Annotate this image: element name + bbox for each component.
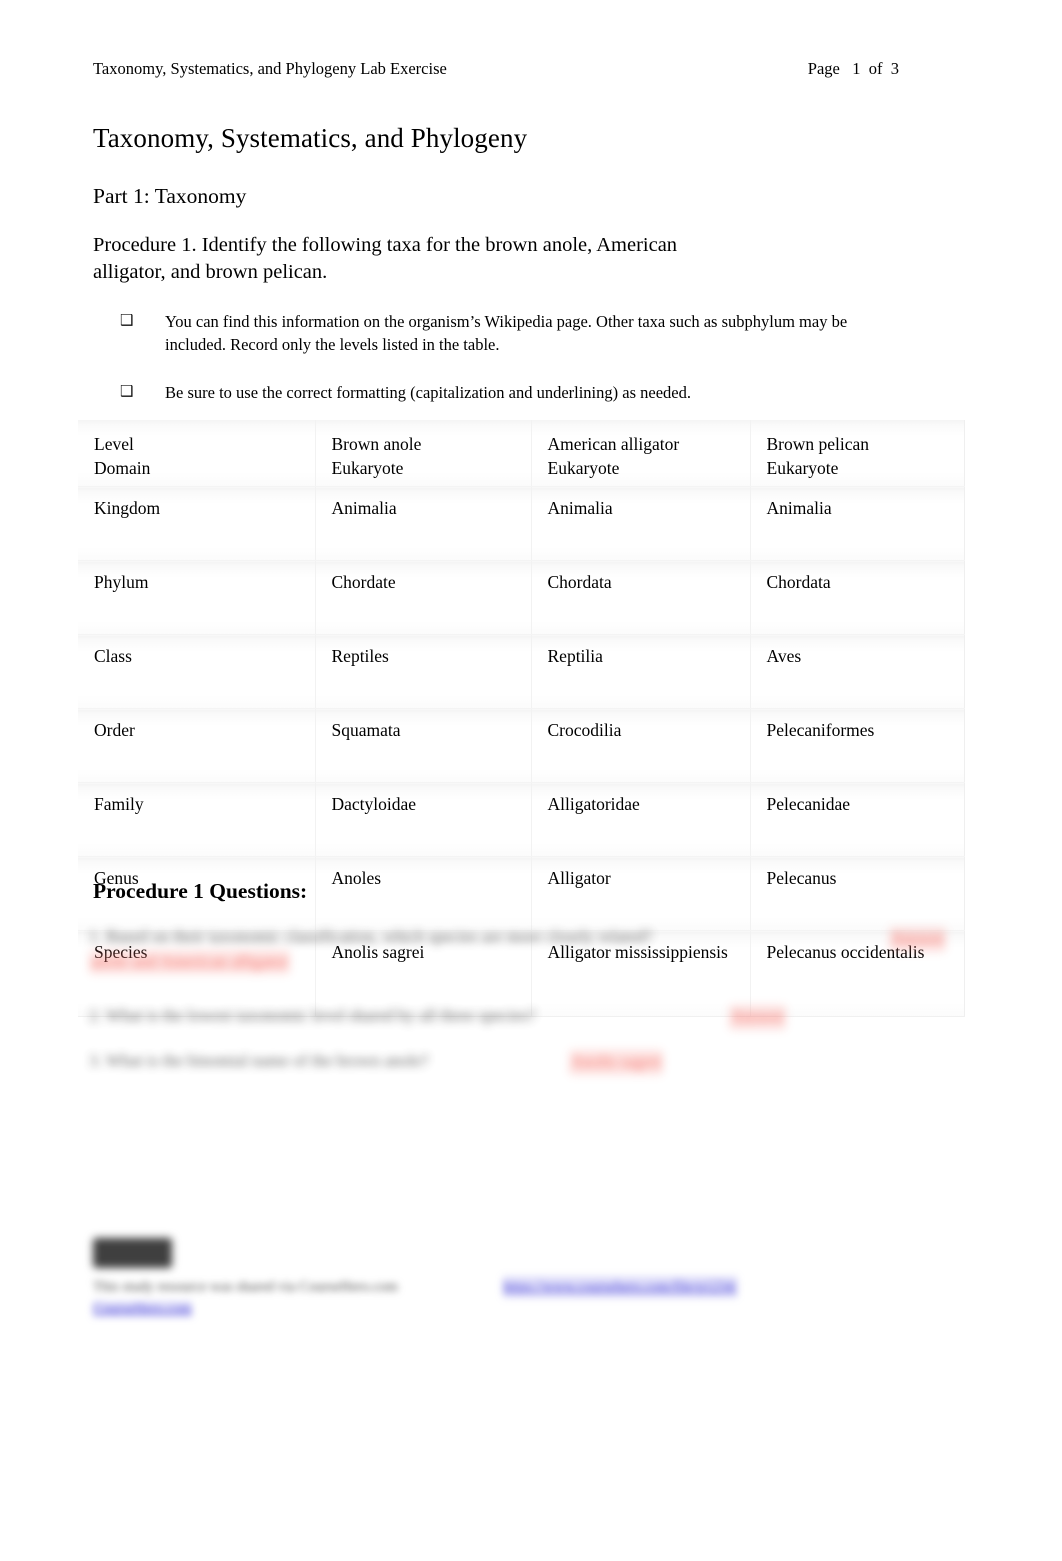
table-cell-level-header[interactable]: Level Domain bbox=[78, 420, 316, 488]
part-heading: Part 1: Taxonomy bbox=[93, 184, 247, 208]
running-header: Taxonomy, Systematics, and Phylogeny Lab… bbox=[93, 59, 969, 79]
procedure-instruction: Procedure 1. Identify the following taxa… bbox=[93, 234, 678, 284]
footer-link-right[interactable]: https://www.coursehero.com/file/p1234/ bbox=[503, 1275, 738, 1299]
column-header-brown-anole: Brown anole bbox=[331, 434, 422, 454]
question-prompt: 3. What is the binomial name of the brow… bbox=[89, 1050, 429, 1070]
table-cell-brown-anole[interactable]: Dactyloidae bbox=[315, 782, 532, 858]
questions-list: 1. Based on their taxonomic classificati… bbox=[89, 925, 969, 1075]
table-cell-brown-pelican[interactable]: Chordata bbox=[750, 560, 965, 636]
column-header-brown-pelican: Brown pelican bbox=[766, 434, 870, 454]
table-cell-american-alligator[interactable]: Chordata bbox=[531, 560, 751, 636]
cell-domain-brown-pelican: Eukaryote bbox=[766, 458, 839, 479]
list-item-text: Be sure to use the correct formatting (c… bbox=[165, 382, 691, 402]
cell-domain-american-alligator: Eukaryote bbox=[547, 458, 620, 479]
table-cell-american-alligator-header[interactable]: American alligator Eukaryote bbox=[531, 420, 751, 488]
instruction-bullet-list: ❑ You can find this information on the o… bbox=[120, 310, 860, 428]
table-cell-brown-anole[interactable]: Animalia bbox=[315, 486, 532, 562]
question-answer: anole and American alligator bbox=[89, 949, 290, 975]
cell-domain-brown-anole: Eukaryote bbox=[331, 458, 404, 479]
running-header-title: Taxonomy, Systematics, and Phylogeny Lab… bbox=[93, 59, 447, 78]
question-item: 1. Based on their taxonomic classificati… bbox=[89, 925, 946, 975]
table-cell-level[interactable]: Family bbox=[78, 782, 316, 858]
question-answer-label: Anolis sagrei bbox=[569, 1049, 664, 1075]
table-cell-level[interactable]: Class bbox=[78, 634, 316, 710]
table-row: Class Reptiles Reptilia Aves bbox=[78, 634, 965, 710]
question-prompt: 2. What is the lowest taxonomic level sh… bbox=[89, 1006, 536, 1026]
question-item: 2. What is the lowest taxonomic level sh… bbox=[89, 1004, 969, 1030]
table-cell-brown-pelican[interactable]: Pelecanus bbox=[750, 856, 965, 932]
table-cell-brown-pelican[interactable]: Pelecanidae bbox=[750, 782, 965, 858]
table-row: Phylum Chordate Chordata Chordata bbox=[78, 560, 965, 636]
footer-attribution: This study resource was shared via Cours… bbox=[93, 1275, 969, 1321]
row-label-domain: Domain bbox=[94, 458, 151, 479]
list-item: ❑ Be sure to use the correct formatting … bbox=[120, 381, 860, 404]
page-indicator: Page 1 of 3 bbox=[807, 59, 899, 78]
table-cell-american-alligator[interactable]: Alligatoridae bbox=[531, 782, 751, 858]
table-row: Family Dactyloidae Alligatoridae Pelecan… bbox=[78, 782, 965, 858]
list-item: ❑ You can find this information on the o… bbox=[120, 310, 860, 357]
table-cell-brown-anole[interactable]: Squamata bbox=[315, 708, 532, 784]
question-answer-label: Answer bbox=[729, 1005, 786, 1030]
page-title: Taxonomy, Systematics, and Phylogeny bbox=[93, 123, 528, 153]
footer-badge: Answer bbox=[93, 1238, 173, 1268]
table-row: Kingdom Animalia Animalia Animalia bbox=[78, 486, 965, 562]
table-cell-level[interactable]: Order bbox=[78, 708, 316, 784]
table-cell-american-alligator[interactable]: Animalia bbox=[531, 486, 751, 562]
document-footer: Answer This study resource was shared vi… bbox=[93, 1238, 969, 1321]
column-header-level: Level bbox=[94, 434, 134, 454]
table-cell-brown-anole[interactable]: Anoles bbox=[315, 856, 532, 932]
column-header-american-alligator: American alligator bbox=[547, 434, 680, 454]
table-cell-brown-pelican[interactable]: Aves bbox=[750, 634, 965, 710]
table-cell-brown-pelican[interactable]: Pelecaniformes bbox=[750, 708, 965, 784]
table-cell-brown-anole[interactable]: Chordate bbox=[315, 560, 532, 636]
table-header-row: Level Domain Brown anole Eukaryote Ameri… bbox=[78, 420, 965, 488]
document-page: Taxonomy, Systematics, and Phylogeny Lab… bbox=[0, 0, 1062, 1561]
question-prompt: 1. Based on their taxonomic classificati… bbox=[89, 927, 653, 946]
table-cell-level[interactable]: Kingdom bbox=[78, 486, 316, 562]
footer-link-left[interactable]: CourseHero.com bbox=[93, 1301, 192, 1318]
table-row: Order Squamata Crocodilia Pelecaniformes bbox=[78, 708, 965, 784]
table-cell-level[interactable]: Phylum bbox=[78, 560, 316, 636]
table-cell-brown-pelican[interactable]: Animalia bbox=[750, 486, 965, 562]
question-answer-label: Answer bbox=[889, 927, 946, 952]
table-cell-american-alligator[interactable]: Alligator bbox=[531, 856, 751, 932]
list-item-text: You can find this information on the org… bbox=[165, 312, 848, 355]
footer-attribution-text: This study resource was shared via Cours… bbox=[93, 1278, 398, 1295]
bullet-box-icon: ❑ bbox=[120, 311, 134, 329]
table-cell-brown-anole-header[interactable]: Brown anole Eukaryote bbox=[315, 420, 532, 488]
table-cell-american-alligator[interactable]: Reptilia bbox=[531, 634, 751, 710]
questions-heading: Procedure 1 Questions: bbox=[93, 879, 308, 903]
table-cell-brown-anole[interactable]: Reptiles bbox=[315, 634, 532, 710]
question-item: 3. What is the binomial name of the brow… bbox=[89, 1049, 969, 1075]
bullet-box-icon: ❑ bbox=[120, 381, 134, 400]
table-cell-brown-pelican-header[interactable]: Brown pelican Eukaryote bbox=[750, 420, 965, 488]
table-cell-american-alligator[interactable]: Crocodilia bbox=[531, 708, 751, 784]
